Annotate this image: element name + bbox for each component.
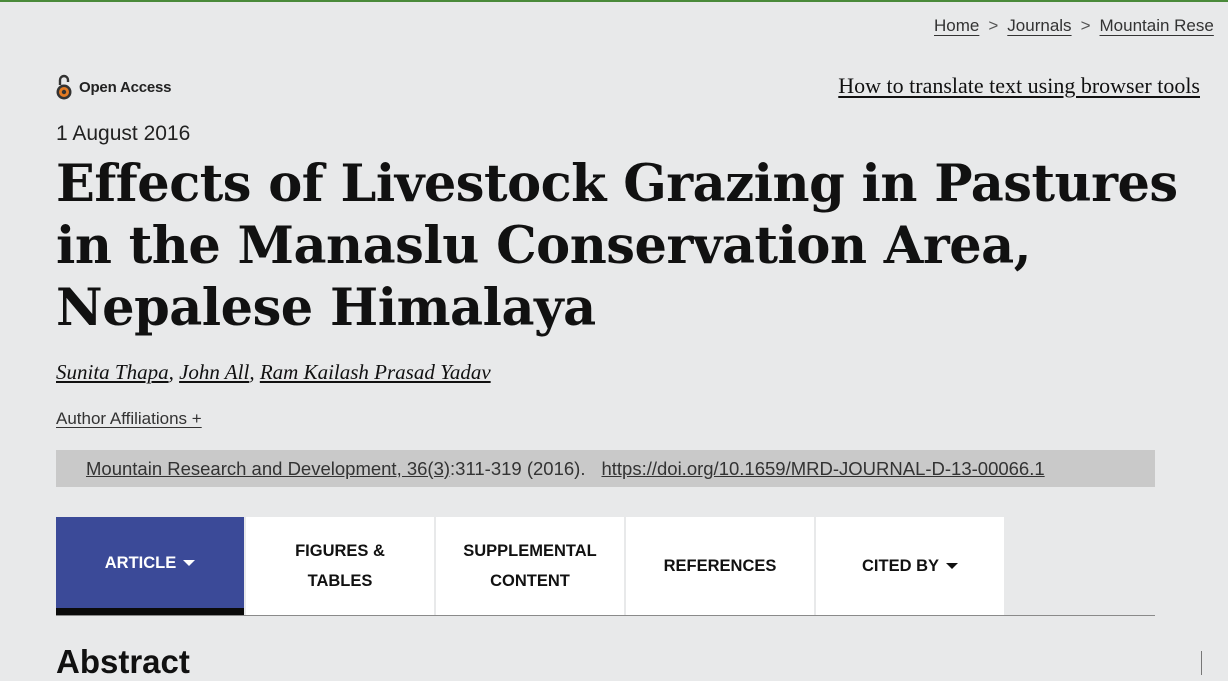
tab-references[interactable]: REFERENCES	[626, 517, 814, 615]
translate-help-link[interactable]: How to translate text using browser tool…	[838, 73, 1200, 99]
breadcrumb-journals[interactable]: Journals	[1007, 16, 1071, 35]
tab-label: FIGURES & TABLES	[295, 542, 385, 590]
tab-label: ARTICLE	[104, 553, 177, 572]
open-lock-icon	[56, 74, 72, 100]
breadcrumb: Home > Journals > Mountain Rese	[934, 16, 1214, 36]
breadcrumb-journal[interactable]: Mountain Rese	[1100, 16, 1214, 35]
open-access-label: Open Access	[79, 78, 172, 96]
open-access-badge: Open Access	[55, 73, 171, 101]
author-list: Sunita Thapa, John All, Ram Kailash Pras…	[56, 360, 491, 384]
tab-article[interactable]: ARTICLE	[56, 517, 244, 615]
tab-label: CITED BY	[861, 557, 939, 575]
author-affiliations-toggle[interactable]: Author Affiliations +	[56, 409, 202, 429]
author-link[interactable]: Ram Kailash Prasad Yadav	[260, 360, 491, 384]
breadcrumb-separator: >	[988, 16, 999, 35]
article-title: Effects of Livestock Grazing in Pastures…	[56, 154, 1178, 338]
author-link[interactable]: John All	[179, 360, 249, 384]
article-tabs: ARTICLE FIGURES & TABLES SUPPLEMENTAL CONT…	[56, 517, 1006, 615]
tab-label: SUPPLEMENTAL CONTENT	[463, 542, 597, 590]
right-side-rule	[1201, 651, 1202, 675]
tab-cited-by[interactable]: CITED BY	[816, 517, 1004, 615]
tabs-divider	[56, 615, 1155, 616]
abstract-heading: Abstract	[56, 643, 190, 680]
tab-figures-tables[interactable]: FIGURES & TABLES	[246, 517, 434, 615]
caret-down-icon	[946, 563, 958, 569]
breadcrumb-home[interactable]: Home	[934, 16, 979, 35]
tab-supplemental-content[interactable]: SUPPLEMENTAL CONTENT	[436, 517, 624, 615]
journal-issue-link[interactable]: Mountain Research and Development, 36(3)	[86, 458, 450, 479]
citation-text: Mountain Research and Development, 36(3)…	[86, 458, 1045, 480]
tab-label: REFERENCES	[663, 557, 777, 575]
citation-bar: Mountain Research and Development, 36(3)…	[56, 450, 1155, 487]
citation-pages-year: :311-319 (2016).	[450, 457, 586, 479]
caret-down-icon	[183, 559, 196, 566]
breadcrumb-separator: >	[1080, 16, 1091, 35]
publication-date: 1 August 2016	[56, 122, 191, 145]
author-link[interactable]: Sunita Thapa	[56, 360, 169, 384]
top-accent-rule	[0, 0, 1228, 2]
doi-link[interactable]: https://doi.org/10.1659/MRD-JOURNAL-D-13…	[601, 458, 1044, 479]
